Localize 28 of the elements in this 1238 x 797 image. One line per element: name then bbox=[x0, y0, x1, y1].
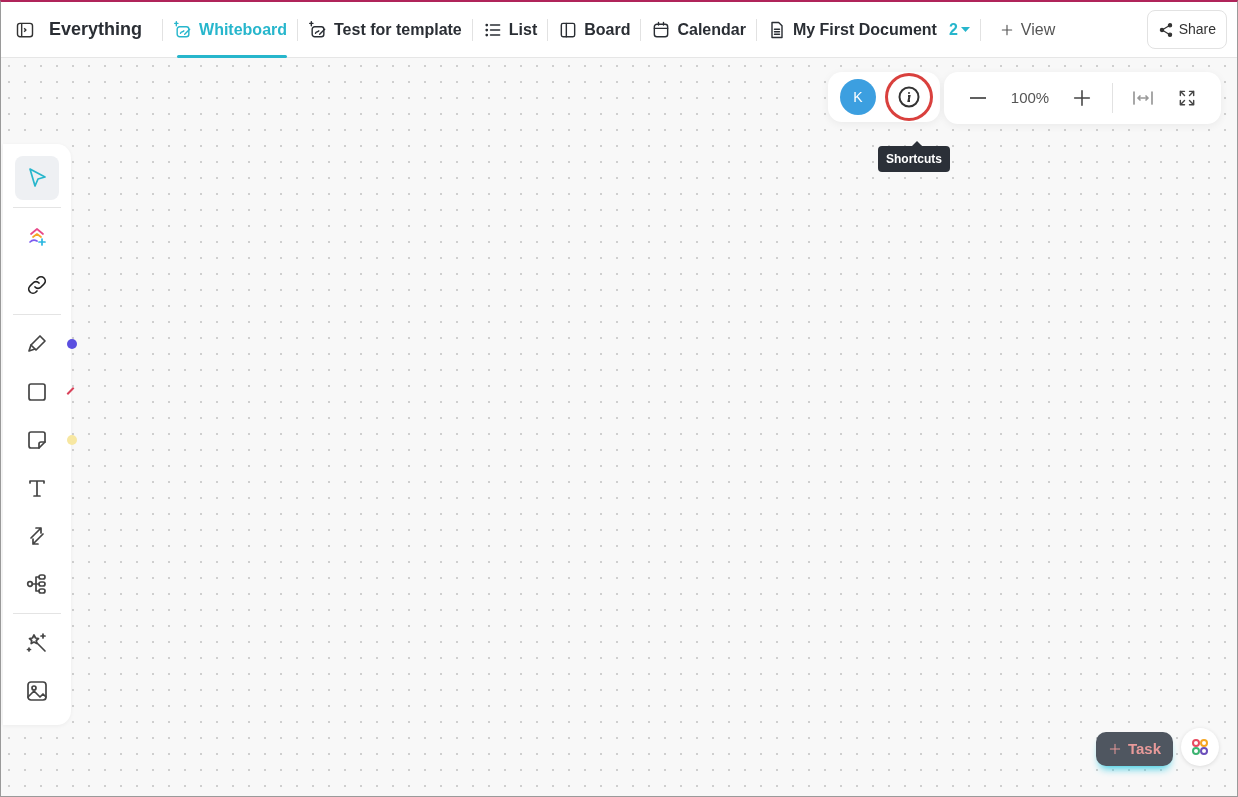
image-icon bbox=[25, 679, 49, 703]
share-icon bbox=[1157, 21, 1174, 38]
info-icon bbox=[897, 85, 921, 109]
view-tab[interactable]: Test for template bbox=[298, 1, 472, 58]
share-button[interactable]: Share bbox=[1146, 10, 1227, 49]
shortcuts-button[interactable] bbox=[888, 76, 930, 118]
fullscreen-icon bbox=[1177, 88, 1197, 108]
minus-icon bbox=[969, 97, 987, 99]
view-tab[interactable]: My First Document 2 bbox=[756, 1, 980, 58]
apps-button[interactable] bbox=[1181, 728, 1219, 766]
shortcuts-tooltip: Shortcuts bbox=[878, 146, 950, 172]
plus-icon bbox=[1107, 741, 1122, 756]
page-title: Everything bbox=[49, 18, 143, 41]
view-tab[interactable]: List bbox=[472, 1, 548, 58]
add-view-button[interactable]: View bbox=[986, 17, 1068, 42]
sticky-note-icon bbox=[25, 428, 49, 452]
colored-dots-icon bbox=[1191, 738, 1209, 756]
view-tab[interactable]: Board bbox=[548, 1, 641, 58]
view-tab[interactable]: Calendar bbox=[641, 1, 756, 58]
magic-wand-icon bbox=[25, 631, 49, 655]
zoom-level: 100% bbox=[1009, 87, 1051, 108]
plus-icon bbox=[1071, 87, 1093, 109]
user-avatar: K bbox=[840, 79, 876, 115]
tooltip-pointer bbox=[912, 141, 922, 146]
square-icon bbox=[25, 380, 49, 404]
link-icon bbox=[25, 273, 49, 297]
mind-map-icon bbox=[25, 572, 49, 596]
caret-icon bbox=[960, 26, 970, 33]
